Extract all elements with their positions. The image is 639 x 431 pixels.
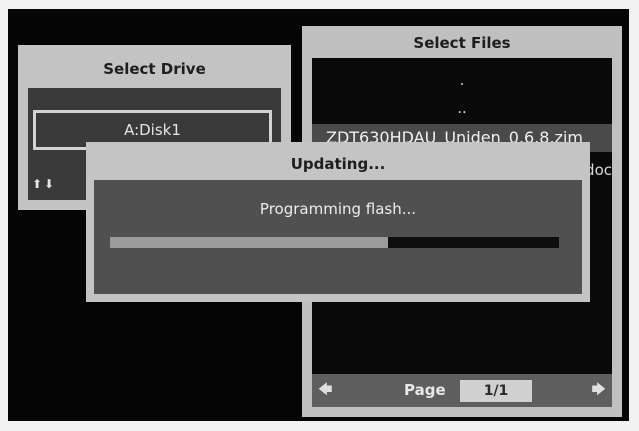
page-label: Page [404,381,446,399]
updating-body: Programming flash... [94,180,582,294]
programming-message: Programming flash... [259,200,417,218]
page-footer: 🡄 Page 1/1 🡆 [312,374,612,407]
arrow-right-icon[interactable]: 🡆 [592,374,606,407]
select-drive-title: Select Drive [103,60,206,78]
updating-title: Updating... [290,155,386,173]
file-item-current-dir[interactable]: . [312,66,612,94]
updating-dialog: Updating... Programming flash... [86,142,590,302]
progress-bar [110,237,559,248]
select-files-title: Select Files [413,34,511,52]
progress-fill [110,237,389,248]
file-item-parent-dir[interactable]: .. [312,94,612,122]
page-indicator: 1/1 [460,380,532,402]
arrow-left-icon[interactable]: 🡄 [318,374,332,407]
up-down-arrows-icon: ⬆⬇ [32,177,57,191]
